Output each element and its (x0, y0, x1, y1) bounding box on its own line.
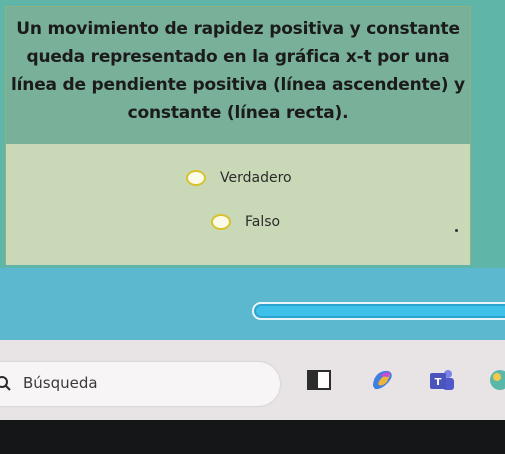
taskbar-search-box[interactable]: Búsqueda (0, 362, 280, 406)
question-text: Un movimiento de rapidez positiva y cons… (6, 7, 470, 144)
teams-icon[interactable]: T (428, 366, 456, 394)
progress-bar (252, 302, 505, 320)
search-label: Búsqueda (23, 374, 98, 392)
taskbar: Búsqueda T (0, 340, 505, 420)
option-false[interactable]: Falso (211, 214, 280, 230)
radio-button-true[interactable] (186, 170, 206, 186)
weather-icon[interactable] (486, 366, 505, 394)
radio-button-false[interactable] (211, 214, 231, 230)
screen-bezel (0, 420, 505, 454)
mouse-cursor (455, 229, 458, 232)
quiz-page: Un movimiento de rapidez positiva y cons… (0, 0, 505, 268)
progress-bar-fill (256, 306, 505, 316)
search-icon (0, 376, 11, 391)
svg-text:T: T (435, 377, 442, 388)
copilot-icon[interactable] (368, 366, 396, 394)
option-false-label[interactable]: Falso (245, 214, 280, 230)
task-view-icon[interactable] (305, 366, 333, 394)
progress-area (0, 268, 505, 340)
option-true[interactable]: Verdadero (186, 170, 292, 186)
screen: Un movimiento de rapidez positiva y cons… (0, 0, 505, 454)
option-true-label[interactable]: Verdadero (220, 170, 292, 186)
answer-options: Verdadero Falso (6, 144, 470, 265)
question-card: Un movimiento de rapidez positiva y cons… (5, 6, 471, 265)
